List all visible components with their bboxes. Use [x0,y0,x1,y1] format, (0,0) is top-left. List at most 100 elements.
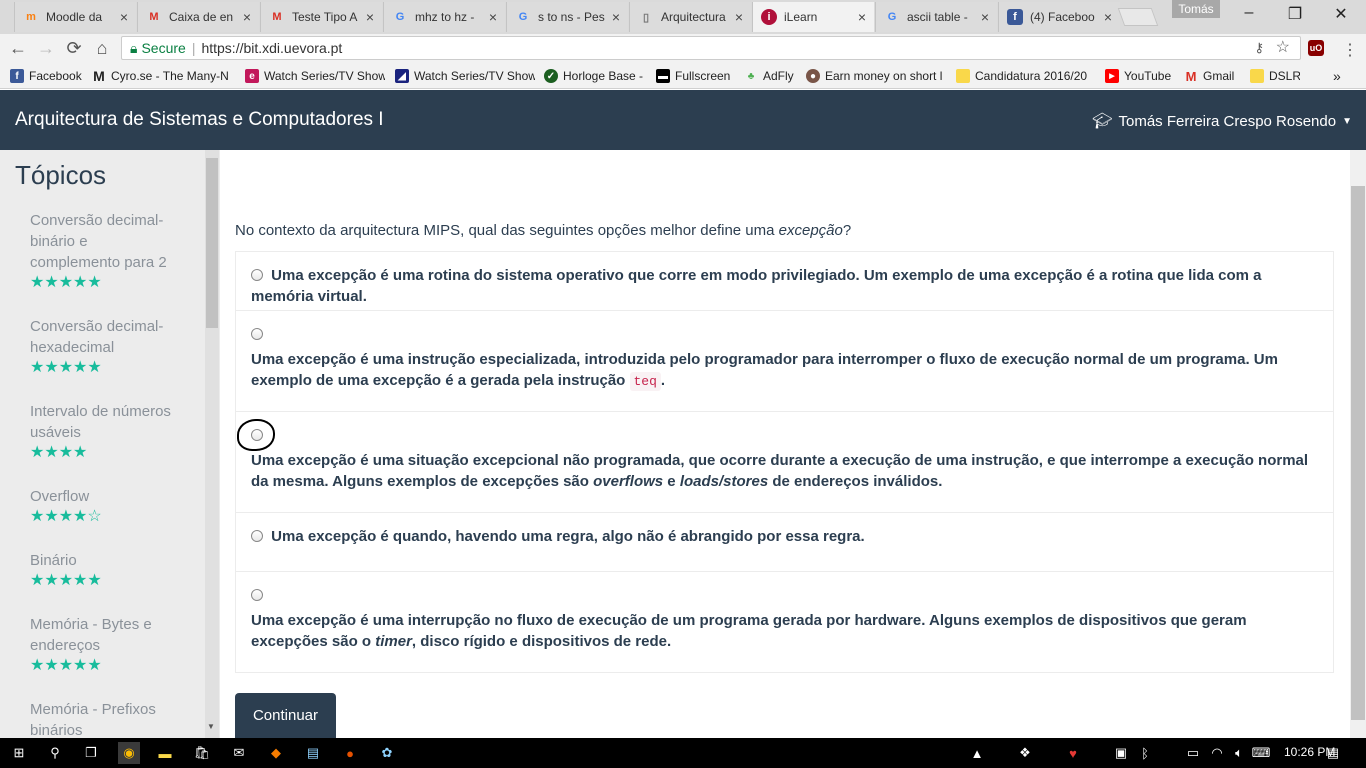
restore-button[interactable]: ❐ [1272,4,1318,26]
ublock-extension-icon[interactable]: uO [1308,40,1324,56]
answer-option-3[interactable]: Uma excepção é uma situação excepcional … [236,412,1333,513]
mail-icon[interactable]: ✉ [230,744,248,762]
close-tab-icon[interactable]: × [366,9,374,25]
store-icon[interactable]: 🛍︎ [193,744,211,762]
topic-item[interactable]: Memória - Bytes e endereços ★★★★★ [30,614,180,676]
battery-icon[interactable]: ▭ [1184,744,1202,762]
app-icon[interactable]: ● [341,744,359,762]
bookmark-gmail[interactable]: M Gmail [1184,67,1239,85]
topic-item[interactable]: Conversão decimal-binário e complemento … [30,210,180,293]
forward-button[interactable]: → [34,36,58,60]
chrome-icon[interactable]: ◉ [118,742,140,764]
reload-button[interactable]: ⟳ [62,36,86,60]
tray-icon[interactable]: ♥ [1064,744,1082,762]
bookmark-earn-money[interactable]: ● Earn money on short l [806,67,944,85]
notepad-icon[interactable]: ▤ [304,744,322,762]
volume-icon[interactable]: 🔈︎ [1230,744,1248,762]
windows-start-icon[interactable]: ⊞ [10,744,28,762]
browser-tab-sns[interactable]: G s to ns - Pes × [506,2,628,32]
browser-tab-teste[interactable]: M Teste Tipo A × [260,2,382,32]
topic-item[interactable]: Conversão decimal-hexadecimal ★★★★★ [30,316,180,378]
bookmark-watchseries-2[interactable]: ◢ Watch Series/TV Show [395,67,535,85]
close-tab-icon[interactable]: × [243,9,251,25]
answer-radio[interactable] [251,328,263,340]
search-icon[interactable]: ⚲ [46,744,64,762]
answer-text-main: Uma excepção é uma instrução especializa… [251,351,1278,389]
close-tab-icon[interactable]: × [735,9,743,25]
topic-item[interactable]: Intervalo de números usáveis ★★★★ [30,401,180,463]
answer-emphasis: timer [375,633,412,650]
answer-text: Uma excepção é uma interrupção no fluxo … [251,610,1318,652]
bookmark-adfly[interactable]: ♣ AdFly [744,67,799,85]
browser-tab-moodle[interactable]: m Moodle da × [14,2,136,32]
sidebar-scrollbar-thumb[interactable] [206,158,218,328]
answer-radio[interactable] [251,530,263,542]
close-tab-icon[interactable]: × [981,9,989,25]
bookmark-watchseries-1[interactable]: e Watch Series/TV Show [245,67,385,85]
topic-item[interactable]: Memória - Prefixos binários [30,699,180,738]
answer-radio[interactable] [251,589,263,601]
close-tab-icon[interactable]: × [612,9,620,25]
address-bar[interactable]: 🔒︎ Secure | https://bit.xdi.uevora.pt ⚷ ☆ [121,36,1301,60]
close-window-button[interactable]: ✕ [1318,4,1364,26]
printer-icon[interactable]: ▣ [1112,744,1130,762]
chrome-menu-icon[interactable]: ⋮ [1342,40,1358,60]
browser-tab-arquitectura[interactable]: ▯ Arquitectura × [629,2,751,32]
answer-radio[interactable] [251,269,263,281]
close-tab-icon[interactable]: × [858,9,866,25]
bookmark-dslr[interactable]: DSLR [1250,67,1300,85]
close-tab-icon[interactable]: × [489,9,497,25]
task-view-icon[interactable]: ❐ [82,744,100,762]
answer-option-2[interactable]: Uma excepção é uma instrução especializa… [236,311,1333,412]
language-icon[interactable]: ⌨ [1252,744,1271,762]
page-scrollbar-thumb[interactable] [1351,186,1365,720]
user-menu[interactable]: 🎓︎ Tomás Ferreira Crespo Rosendo ▼ [1092,111,1352,131]
tray-icon[interactable]: ▲ [968,744,986,762]
bookmark-label: Earn money on short l [825,69,943,83]
browser-tab-ascii[interactable]: G ascii table - × [875,2,997,32]
close-tab-icon[interactable]: × [120,9,128,25]
continue-button[interactable]: Continuar [235,693,336,738]
wifi-icon[interactable]: ◠ [1208,744,1226,762]
topic-item[interactable]: Binário ★★★★★ [30,550,180,591]
separator: | [191,40,196,56]
bookmark-candidatura[interactable]: Candidatura 2016/20 [956,67,1092,85]
home-button[interactable]: ⌂ [90,36,114,60]
back-button[interactable]: ← [6,36,30,60]
new-tab-button[interactable] [1117,8,1159,26]
topic-item[interactable]: Overflow ★★★★☆ [30,486,180,527]
bookmark-cyro[interactable]: M Cyro.se - The Many-N [92,67,232,85]
bluetooth-icon[interactable]: ᛒ [1136,744,1154,762]
course-title[interactable]: Arquitectura de Sistemas e Computadores … [15,109,384,131]
profile-button[interactable]: Tomás [1172,0,1220,18]
browser-tab-facebook[interactable]: f (4) Faceboo × [998,2,1120,32]
bookmark-horloge[interactable]: ✓ Horloge Base - [544,67,649,85]
answer-option-4[interactable]: Uma excepção é quando, havendo uma regra… [236,513,1333,572]
browser-tab-ilearn[interactable]: i iLearn × [752,2,874,32]
tab-title: Arquitectura [661,10,726,24]
bookmark-label: Gmail [1203,69,1235,83]
bookmark-star-icon[interactable]: ☆ [1276,37,1290,59]
minimize-button[interactable]: – [1226,4,1272,26]
bookmark-label: YouTube [1124,69,1172,83]
scroll-down-arrow-icon[interactable]: ▼ [207,722,215,731]
app-icon[interactable]: ✿ [378,744,396,762]
action-center-icon[interactable]: ▤ [1324,744,1342,762]
key-icon[interactable]: ⚷ [1254,37,1264,59]
bookmark-fullscreen[interactable]: ▬ Fullscreen [656,67,734,85]
folder-icon [1250,69,1264,83]
facebook-icon: f [10,69,24,83]
answer-option-1[interactable]: Uma excepção é uma rotina do sistema ope… [236,252,1333,311]
close-tab-icon[interactable]: × [1104,9,1112,25]
bookmark-youtube[interactable]: ▶ YouTube [1105,67,1175,85]
browser-tab-mhz[interactable]: G mhz to hz - × [383,2,505,32]
sidebar-heading: Tópicos [15,160,107,190]
answer-option-5[interactable]: Uma excepção é uma interrupção no fluxo … [236,572,1333,672]
app-icon[interactable]: ◆ [267,744,285,762]
dropbox-icon[interactable]: ❖ [1016,744,1034,762]
bookmarks-overflow-button[interactable]: » [1333,67,1353,85]
file-explorer-icon[interactable]: ▬ [156,744,174,762]
browser-tab-gmail[interactable]: M Caixa de en × [137,2,259,32]
gmail-icon: M [149,11,159,23]
bookmark-facebook[interactable]: f Facebook [10,67,88,85]
